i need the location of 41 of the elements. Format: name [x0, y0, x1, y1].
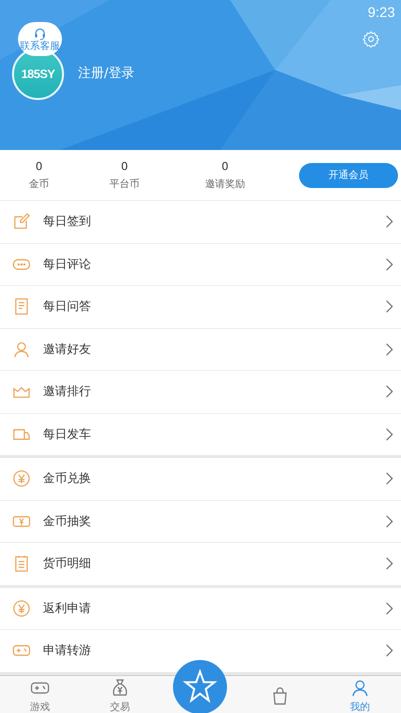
chevron-right-icon: [385, 514, 393, 528]
stat-value: 0: [121, 160, 128, 172]
chevron-right-icon: [385, 557, 393, 570]
menu-item[interactable]: 申请转游: [0, 630, 401, 672]
menu-item[interactable]: 每日发车: [0, 414, 401, 455]
chevron-right-icon: [385, 215, 393, 228]
stat-label: 金币: [29, 178, 49, 190]
chevron-right-icon: [385, 258, 393, 271]
menu-item[interactable]: 金币抽奖: [0, 500, 401, 543]
chevron-right-icon: [385, 644, 393, 658]
chevron-right-icon: [385, 385, 393, 398]
menu-item[interactable]: 货币明细: [0, 543, 401, 584]
chevron-right-icon: [385, 300, 393, 314]
menu-item[interactable]: 返利申请: [0, 588, 401, 630]
person-icon: [350, 678, 370, 698]
coin-icon: [12, 598, 31, 618]
menu-item[interactable]: 每日评论: [0, 244, 401, 286]
menu-item[interactable]: 邀请排行: [0, 371, 401, 414]
chevron-right-icon: [385, 428, 393, 441]
menu-item[interactable]: 每日问答: [0, 286, 401, 328]
chevron-right-icon: [385, 472, 393, 486]
person-icon: [12, 340, 31, 359]
chevron-right-icon: [385, 342, 393, 356]
status-time: 9:23: [368, 4, 395, 20]
stat-value: 0: [222, 160, 228, 172]
menu-item[interactable]: 每日签到: [0, 201, 401, 244]
menu-item[interactable]: 金币兑换: [0, 458, 401, 500]
pencil-note-icon: [12, 212, 31, 232]
center-button[interactable]: [173, 660, 227, 713]
document-icon: [12, 297, 31, 316]
money-bag-icon: [110, 678, 130, 698]
menu-item[interactable]: 邀请好友: [0, 328, 401, 371]
coin-icon: [12, 469, 31, 488]
stat-label: 邀请奖励: [205, 178, 245, 190]
nav-tab[interactable]: 游戏: [0, 676, 80, 713]
list-icon: [12, 554, 31, 574]
settings-icon[interactable]: [362, 30, 380, 48]
nav-tab[interactable]: 交易: [80, 676, 160, 713]
stat-label: 平台币: [110, 178, 140, 190]
stat-value: 0: [36, 160, 42, 172]
chevron-right-icon: [385, 602, 393, 615]
